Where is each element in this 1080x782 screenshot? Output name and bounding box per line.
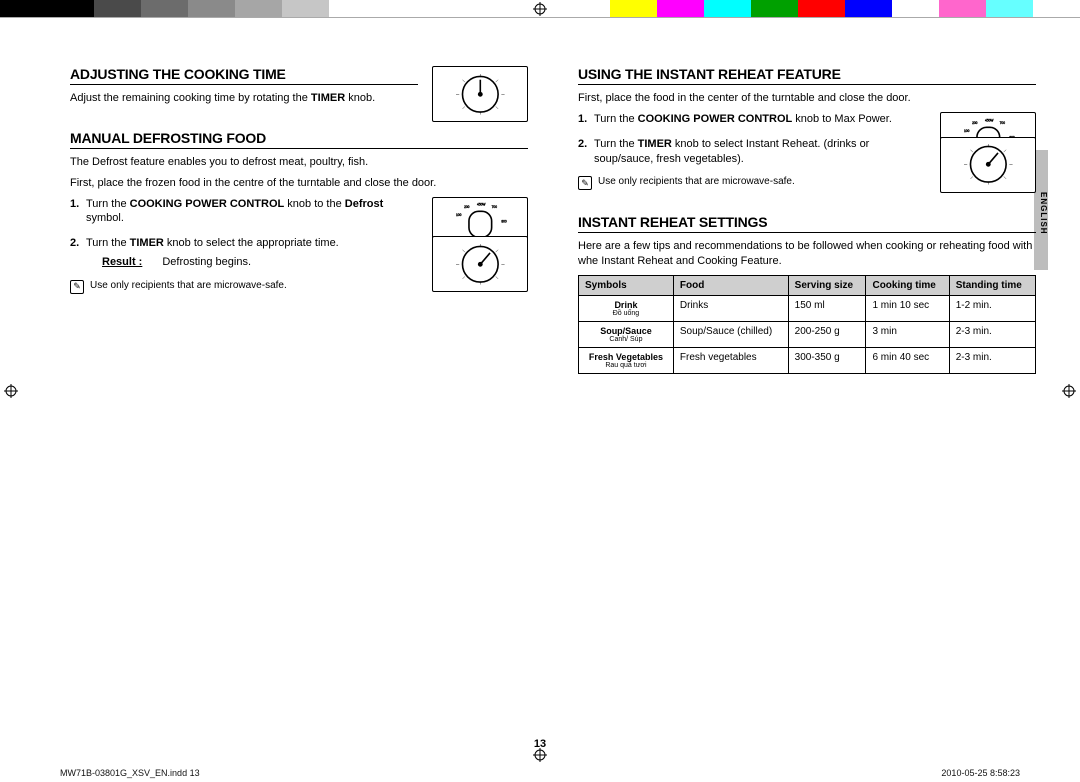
cell-standing: 2-3 min. (949, 322, 1035, 348)
note-text: Use only recipients that are microwave-s… (90, 280, 287, 291)
text-bold: TIMER (311, 92, 345, 104)
timer-knob-figure (432, 66, 528, 122)
cell-serving: 150 ml (788, 296, 866, 322)
svg-text:200: 200 (972, 121, 978, 125)
timer-knob-icon (438, 240, 523, 289)
section-manual-defrost: Manual Defrosting Food The Defrost featu… (70, 130, 528, 294)
note-icon: ✎ (578, 176, 592, 190)
text: symbol. (86, 212, 124, 224)
text: knob to Max Power. (792, 113, 892, 125)
table-row: Soup/SauceCanh/ SúpSoup/Sauce (chilled)2… (579, 322, 1036, 348)
result-label: Result : (102, 255, 142, 270)
cell-food: Drinks (673, 296, 788, 322)
footer-timestamp: 2010-05-25 8:58:23 (941, 768, 1020, 778)
section-instant-reheat-feature: Using the instant reheat feature First, … (578, 66, 1036, 190)
cell-serving: 200-250 g (788, 322, 866, 348)
text: knob to the (284, 198, 345, 210)
cell-symbol: Soup/SauceCanh/ Súp (579, 322, 674, 348)
print-footer: MW71B-03801G_XSV_EN.indd 13 2010-05-25 8… (0, 768, 1080, 778)
text: Turn the (86, 198, 130, 210)
text-bold: Defrost (345, 198, 384, 210)
text: Turn the (594, 113, 638, 125)
body-text: The Defrost feature enables you to defro… (70, 155, 528, 170)
svg-text:800: 800 (501, 220, 507, 224)
text: knob. (345, 92, 375, 104)
table-row: Fresh VegetablesRau quả tươiFresh vegeta… (579, 348, 1036, 374)
page-content: Adjusting the cooking time Adjust the re… (0, 18, 1080, 738)
timer-knob-figure (432, 236, 528, 292)
footer-filename: MW71B-03801G_XSV_EN.indd 13 (60, 768, 200, 778)
cell-serving: 300-350 g (788, 348, 866, 374)
text-bold: TIMER (130, 237, 164, 249)
registration-mark-icon (533, 2, 547, 16)
th-cooking: Cooking time (866, 276, 949, 296)
cell-standing: 2-3 min. (949, 348, 1035, 374)
section-instant-reheat-settings: Instant reheat Settings Here are a few t… (578, 214, 1036, 374)
svg-text:450W: 450W (477, 203, 486, 207)
reheat-settings-table: Symbols Food Serving size Cooking time S… (578, 275, 1036, 374)
heading: Instant reheat Settings (578, 214, 1036, 233)
text-bold: TIMER (638, 138, 672, 150)
svg-text:100: 100 (456, 213, 462, 217)
right-column: Using the instant reheat feature First, … (570, 66, 1036, 698)
result-text: Defrosting begins. (162, 255, 251, 270)
step-2: 2. Turn the TIMER knob to select the app… (70, 236, 528, 270)
th-standing: Standing time (949, 276, 1035, 296)
cell-cooking: 3 min (866, 322, 949, 348)
text-bold: COOKING POWER CONTROL (638, 113, 793, 125)
th-serving: Serving size (788, 276, 866, 296)
section-adjust-cooking-time: Adjusting the cooking time Adjust the re… (70, 66, 528, 106)
step-1: 1. Turn the COOKING POWER CONTROL knob t… (578, 112, 1036, 127)
cell-food: Soup/Sauce (chilled) (673, 322, 788, 348)
table-header-row: Symbols Food Serving size Cooking time S… (579, 276, 1036, 296)
registration-mark-icon (533, 748, 547, 762)
step-2: 2. Turn the TIMER knob to select Instant… (578, 137, 1036, 167)
heading: Adjusting the cooking time (70, 66, 418, 85)
left-column: Adjusting the cooking time Adjust the re… (70, 66, 536, 698)
table-row: DrinkĐồ uốngDrinks150 ml1 min 10 sec1-2 … (579, 296, 1036, 322)
svg-text:100: 100 (964, 129, 970, 133)
heading: Using the instant reheat feature (578, 66, 1036, 85)
timer-knob-icon (438, 70, 523, 119)
svg-text:450W: 450W (985, 118, 994, 122)
text: Turn the (594, 138, 638, 150)
th-food: Food (673, 276, 788, 296)
text-bold: COOKING POWER CONTROL (130, 198, 285, 210)
timer-knob-icon (946, 140, 1031, 189)
body-text: Here are a few tips and recommendations … (578, 239, 1036, 269)
cell-symbol: Fresh VegetablesRau quả tươi (579, 348, 674, 374)
text: Adjust the remaining cooking time by rot… (70, 92, 311, 104)
cell-cooking: 1 min 10 sec (866, 296, 949, 322)
note-text: Use only recipients that are microwave-s… (598, 176, 795, 187)
timer-knob-figure (940, 137, 1036, 193)
cell-food: Fresh vegetables (673, 348, 788, 374)
th-symbols: Symbols (579, 276, 674, 296)
text: knob to select the appropriate time. (164, 237, 339, 249)
body-text: First, place the food in the center of t… (578, 91, 1036, 106)
note-icon: ✎ (70, 280, 84, 294)
page-number: 13 (0, 738, 1080, 750)
body-text: Adjust the remaining cooking time by rot… (70, 91, 418, 106)
step-1: 1. Turn the COOKING POWER CONTROL knob t… (70, 197, 528, 227)
text: Turn the (86, 237, 130, 249)
body-text: First, place the frozen food in the cent… (70, 176, 528, 191)
cell-cooking: 6 min 40 sec (866, 348, 949, 374)
svg-text:700: 700 (999, 121, 1005, 125)
cell-symbol: DrinkĐồ uống (579, 296, 674, 322)
cell-standing: 1-2 min. (949, 296, 1035, 322)
heading: Manual Defrosting Food (70, 130, 528, 149)
svg-text:700: 700 (491, 205, 497, 209)
svg-text:200: 200 (464, 205, 470, 209)
